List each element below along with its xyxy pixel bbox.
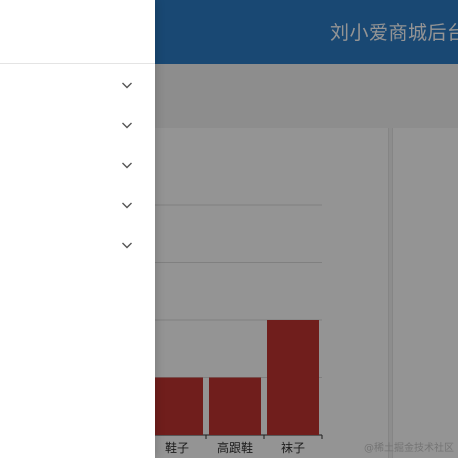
drawer-menu-item[interactable]	[0, 185, 155, 225]
chevron-down-icon	[121, 79, 133, 91]
drawer-menu	[0, 65, 155, 265]
drawer-menu-item[interactable]	[0, 65, 155, 105]
nav-drawer	[0, 0, 155, 458]
drawer-header	[0, 0, 155, 64]
chevron-down-icon	[121, 239, 133, 251]
drawer-menu-item[interactable]	[0, 145, 155, 185]
chevron-down-icon	[121, 159, 133, 171]
chevron-down-icon	[121, 199, 133, 211]
drawer-menu-item[interactable]	[0, 105, 155, 145]
chevron-down-icon	[121, 119, 133, 131]
drawer-menu-item[interactable]	[0, 225, 155, 265]
